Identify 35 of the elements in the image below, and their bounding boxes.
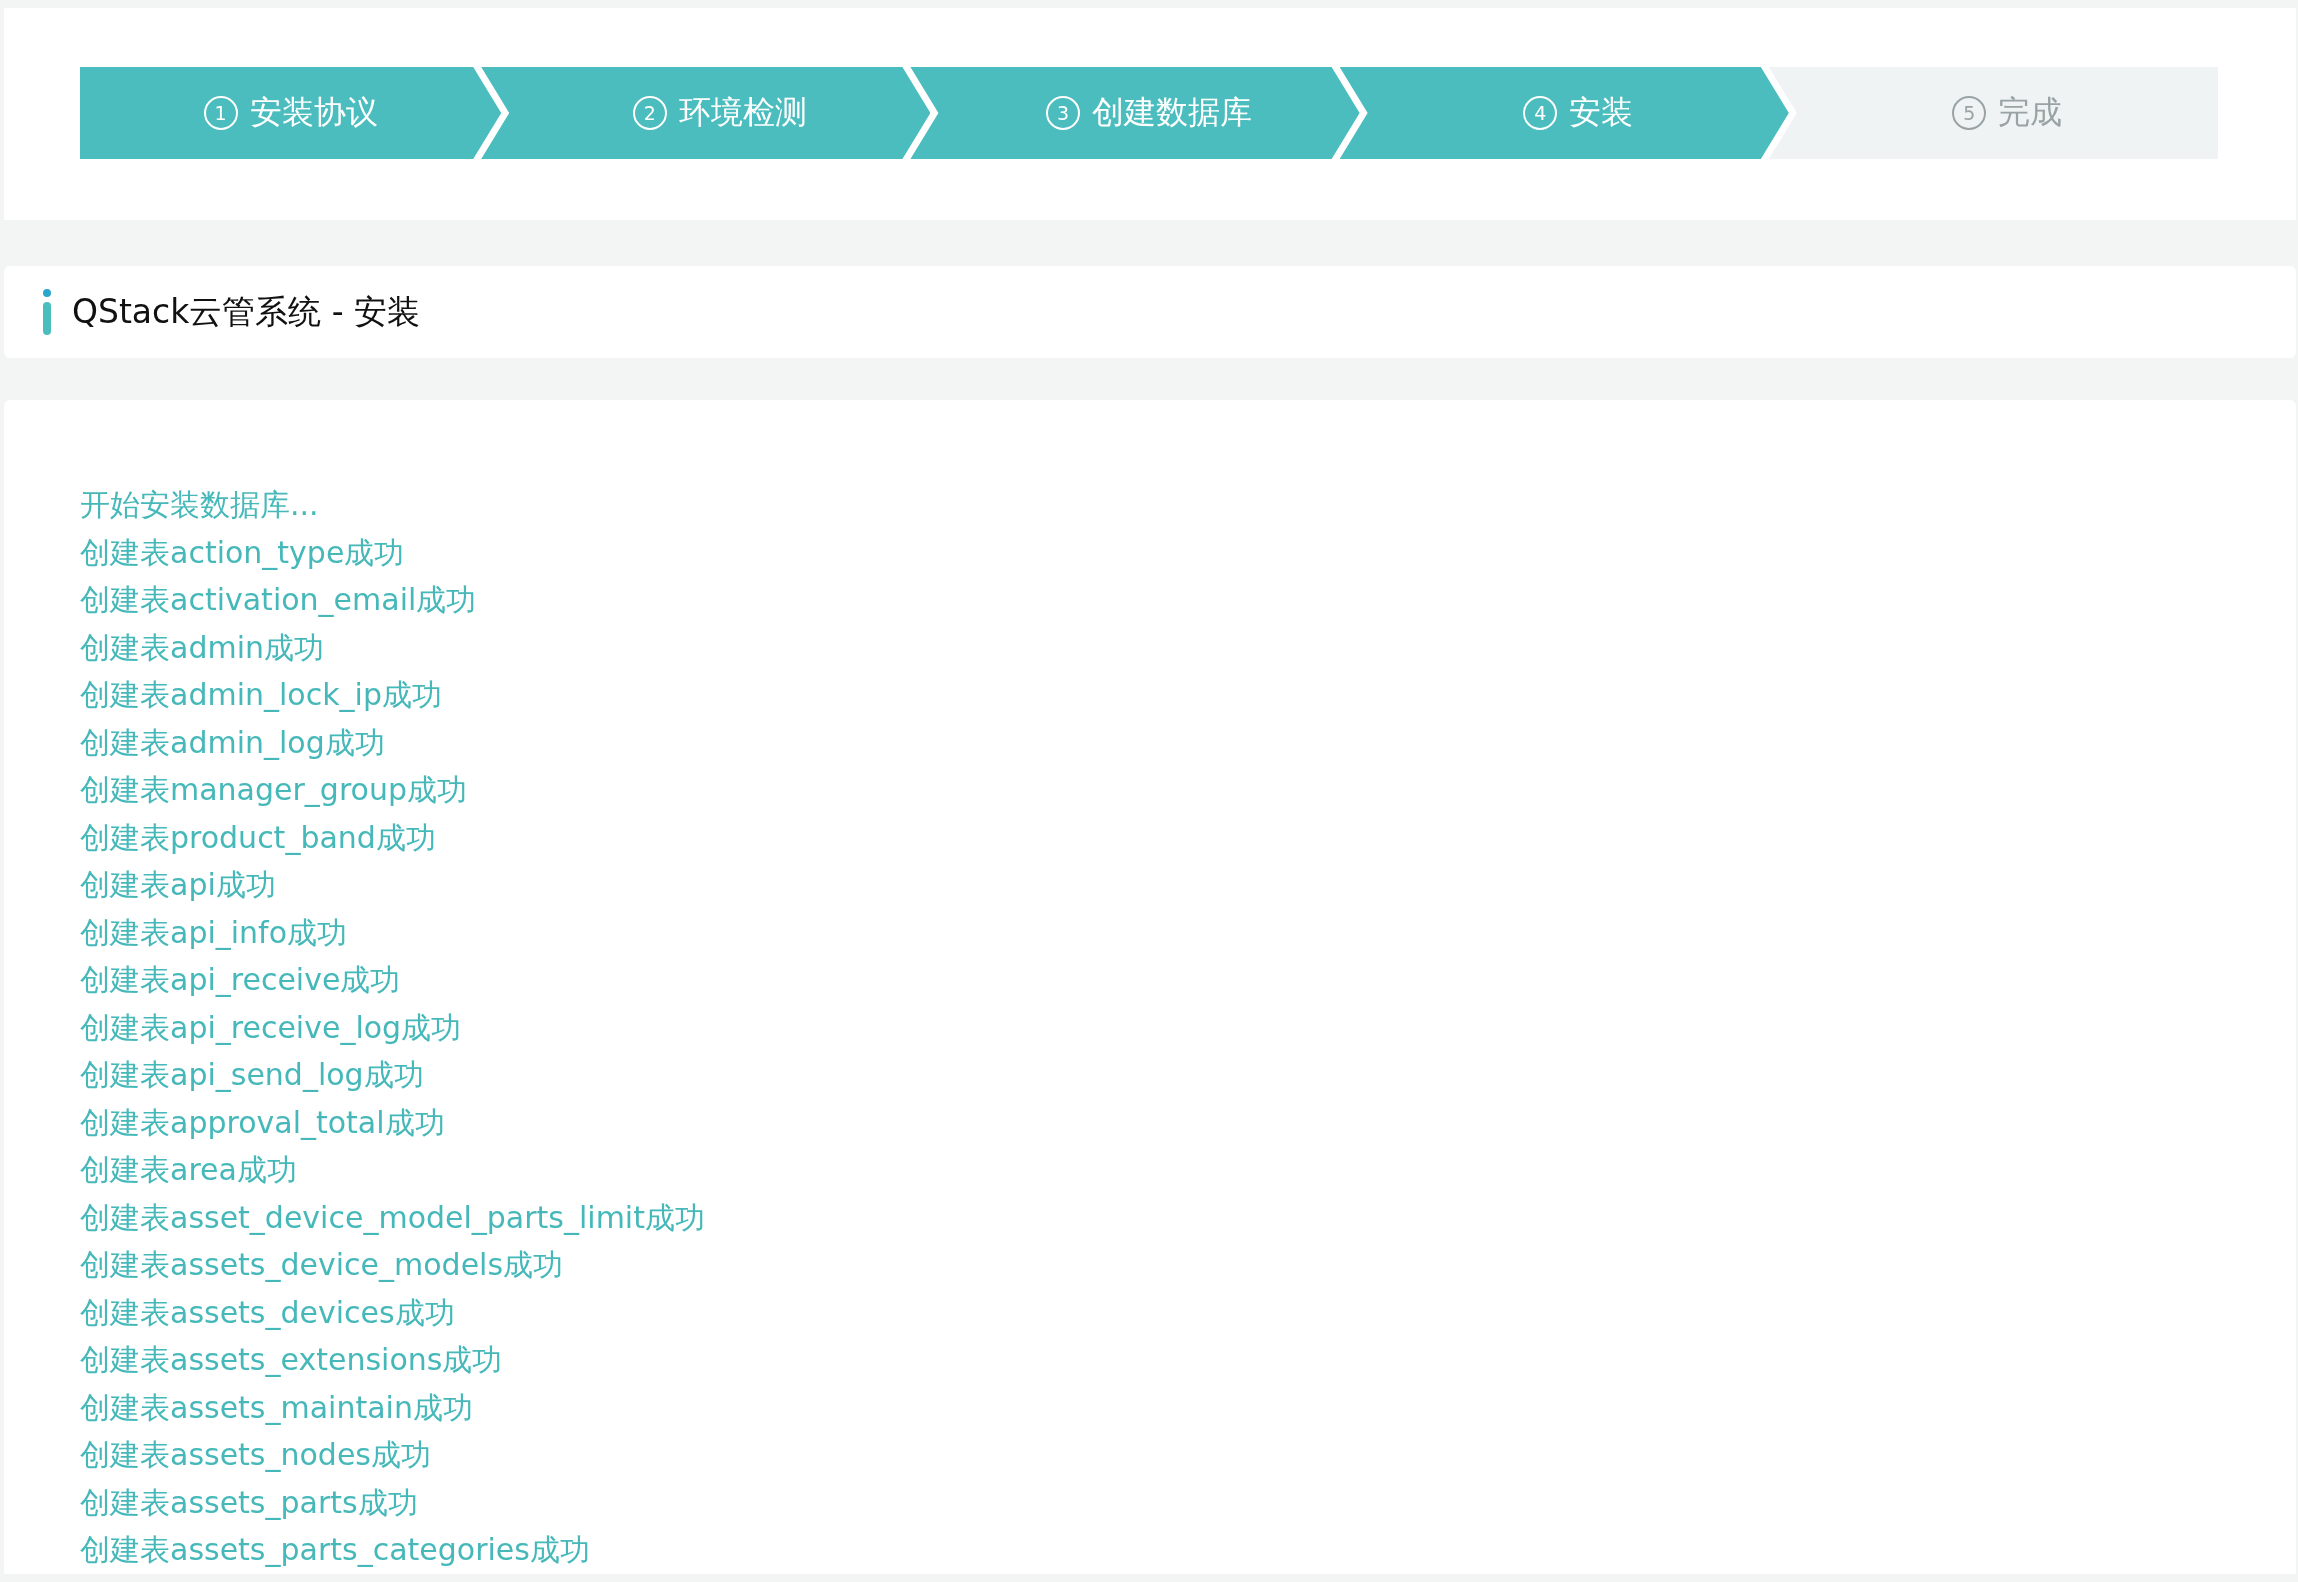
log-line: 创建表api成功 xyxy=(80,866,277,904)
log-line: 创建表assets_parts成功 xyxy=(80,1483,419,1522)
log-line: 创建表assets_nodes成功 xyxy=(80,1436,432,1474)
step-label: 创建数据库 xyxy=(1092,92,1252,133)
log-line: 创建表api_receive_log成功 xyxy=(80,1008,463,1047)
step-number: 5 xyxy=(1952,96,1987,130)
step-label: 完成 xyxy=(1998,92,2063,133)
log-line: 创建表product_band成功 xyxy=(80,818,437,857)
log-line: 创建表api_receive成功 xyxy=(80,961,402,999)
step-number: 1 xyxy=(203,96,238,130)
log-line: 创建表assets_devices成功 xyxy=(80,1293,456,1332)
log-line: 创建表api_info成功 xyxy=(80,913,349,952)
step-label: 环境检测 xyxy=(678,92,807,133)
page-title: QStack云管系统 - 安装 xyxy=(72,290,421,333)
log-line: 创建表admin成功 xyxy=(80,628,325,667)
log-line: 开始安装数据库... xyxy=(80,486,320,524)
log-line: 创建表area成功 xyxy=(80,1151,298,1189)
step-number: 3 xyxy=(1046,96,1080,130)
log-line: 创建表admin_log成功 xyxy=(80,723,386,762)
log-line: 创建表admin_lock_ip成功 xyxy=(80,676,443,714)
log-line: 创建表assets_extensions成功 xyxy=(80,1341,504,1379)
log-line: 创建表activation_email成功 xyxy=(80,581,478,619)
step-number: 4 xyxy=(1523,96,1558,130)
step-label: 安装协议 xyxy=(249,92,378,133)
step-label: 安装 xyxy=(1569,92,1634,133)
log-line: 创建表asset_device_model_parts_limit成功 xyxy=(80,1198,706,1237)
log-line: 创建表assets_maintain成功 xyxy=(80,1388,474,1427)
log-line: 创建表action_type成功 xyxy=(80,533,406,572)
log-line: 创建表assets_device_models成功 xyxy=(80,1246,565,1284)
log-line: 创建表assets_parts_categories成功 xyxy=(80,1531,591,1569)
log-line: 创建表api_send_log成功 xyxy=(80,1056,425,1094)
log-line: 创建表approval_total成功 xyxy=(80,1103,446,1142)
info-icon xyxy=(42,289,52,335)
step-number: 2 xyxy=(632,96,667,130)
log-line: 创建表manager_group成功 xyxy=(80,771,468,809)
